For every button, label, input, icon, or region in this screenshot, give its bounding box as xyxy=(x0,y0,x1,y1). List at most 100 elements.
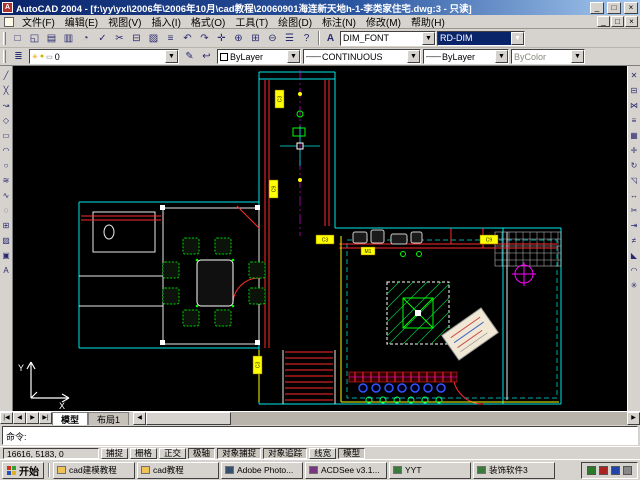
insert-block-button[interactable]: ⊞ xyxy=(0,218,12,232)
chevron-down-icon[interactable]: ▼ xyxy=(571,50,584,63)
coordinate-readout[interactable]: 16616, 5183, 0 xyxy=(3,448,99,459)
minimize-button[interactable]: _ xyxy=(590,2,604,14)
copy-object-button[interactable]: ⊟ xyxy=(628,83,640,97)
toggle-线宽[interactable]: 线宽 xyxy=(309,448,336,459)
layer-properties-manager-button[interactable]: ≣ xyxy=(10,49,27,65)
polyline-button[interactable]: ↝ xyxy=(0,98,12,112)
print-button[interactable]: ▥ xyxy=(60,30,77,46)
doc-minimize-button[interactable]: _ xyxy=(597,16,610,27)
erase-button[interactable]: ✕ xyxy=(628,68,640,82)
copy-button[interactable]: ⊟ xyxy=(128,30,145,46)
menu-item-5[interactable]: 格式(O) xyxy=(186,14,230,29)
toggle-对象追踪[interactable]: 对象追踪 xyxy=(263,448,307,459)
menu-item-7[interactable]: 绘图(D) xyxy=(273,14,317,29)
toggle-模型[interactable]: 模型 xyxy=(338,448,365,459)
plot-style-combo[interactable]: ByColor ▼ xyxy=(511,49,585,64)
menu-item-2[interactable]: 编辑(E) xyxy=(60,14,103,29)
construction-line-button[interactable]: ╳ xyxy=(0,83,12,97)
tab-layout1[interactable]: 布局1 xyxy=(88,412,129,425)
explode-button[interactable]: ✳ xyxy=(628,278,640,292)
rectangle-button[interactable]: ▭ xyxy=(0,128,12,142)
horizontal-scrollbar[interactable]: ◀ ▶ xyxy=(133,412,640,425)
hatch-button[interactable]: ▨ xyxy=(0,233,12,247)
task-6[interactable]: 装饰软件3 xyxy=(473,462,555,479)
move-button[interactable]: ✛ xyxy=(628,143,640,157)
cut-button[interactable]: ✂ xyxy=(111,30,128,46)
chevron-down-icon[interactable]: ▼ xyxy=(511,32,524,45)
undo-button[interactable]: ↶ xyxy=(179,30,196,46)
zoom-previous-button[interactable]: ⊖ xyxy=(264,30,281,46)
drawing-canvas[interactable]: C3C9C3C9C3M1 Y X xyxy=(13,66,627,411)
toolbar-grip[interactable] xyxy=(3,32,6,45)
trim-button[interactable]: ✂ xyxy=(628,203,640,217)
open-button[interactable]: ◱ xyxy=(26,30,43,46)
layer-combo[interactable]: ✳ ● ▭ 0 ▼ xyxy=(29,49,179,64)
offset-button[interactable]: ≡ xyxy=(628,113,640,127)
rotate-button[interactable]: ↻ xyxy=(628,158,640,172)
tab-scroll-right-icon[interactable]: ▶ xyxy=(26,412,39,424)
scale-button[interactable]: ◹ xyxy=(628,173,640,187)
spline-button[interactable]: ∿ xyxy=(0,188,12,202)
toggle-极轴[interactable]: 极轴 xyxy=(188,448,215,459)
layer-previous-button[interactable]: ↩ xyxy=(198,49,215,65)
tab-scroll-first-icon[interactable]: |◀ xyxy=(0,412,13,424)
line-button[interactable]: ╱ xyxy=(0,68,12,82)
scrollbar-thumb[interactable] xyxy=(146,412,231,425)
make-object-layer-current-button[interactable]: ✎ xyxy=(181,49,198,65)
start-button[interactable]: 开始 xyxy=(2,462,44,479)
task-5[interactable]: YYT xyxy=(389,462,471,479)
dim-style-combo[interactable]: RD-DIM ▼ xyxy=(437,31,525,46)
text-style-combo[interactable]: DIM_FONT ▼ xyxy=(340,31,436,46)
arc-button[interactable]: ◠ xyxy=(0,143,12,157)
close-button[interactable]: × xyxy=(624,2,638,14)
toolbar-grip[interactable] xyxy=(3,50,6,63)
task-3[interactable]: Adobe Photo... xyxy=(221,462,303,479)
paste-button[interactable]: ▨ xyxy=(145,30,162,46)
menu-item-4[interactable]: 插入(I) xyxy=(146,14,185,29)
stretch-button[interactable]: ↔ xyxy=(628,188,640,202)
toggle-捕捉[interactable]: 捕捉 xyxy=(101,448,128,459)
array-button[interactable]: ▦ xyxy=(628,128,640,142)
zoom-window-button[interactable]: ⊞ xyxy=(247,30,264,46)
doc-close-button[interactable]: × xyxy=(625,16,638,27)
match-properties-button[interactable]: ≡ xyxy=(162,30,179,46)
fillet-button[interactable]: ◠ xyxy=(628,263,640,277)
drawing-area[interactable]: C3C9C3C9C3M1 Y X xyxy=(13,66,627,411)
new-button[interactable]: □ xyxy=(9,30,26,46)
revision-cloud-button[interactable]: ≋ xyxy=(0,173,12,187)
menu-item-3[interactable]: 视图(V) xyxy=(103,14,146,29)
region-button[interactable]: ▣ xyxy=(0,248,12,262)
toggle-栅格[interactable]: 栅格 xyxy=(130,448,157,459)
tray-icon[interactable] xyxy=(599,466,608,475)
circle-button[interactable]: ○ xyxy=(0,158,12,172)
task-2[interactable]: cad教程 xyxy=(137,462,219,479)
mirror-button[interactable]: ⋈ xyxy=(628,98,640,112)
chamfer-button[interactable]: ◣ xyxy=(628,248,640,262)
task-1[interactable]: cad建模教程 xyxy=(53,462,135,479)
print-preview-button[interactable]: ◔ xyxy=(77,30,94,46)
chevron-down-icon[interactable]: ▼ xyxy=(165,50,178,63)
ellipse-button[interactable]: ◌ xyxy=(0,203,12,217)
menu-item-1[interactable]: 文件(F) xyxy=(17,14,60,29)
break-button[interactable]: ≠ xyxy=(628,233,640,247)
chevron-down-icon[interactable]: ▼ xyxy=(422,32,435,45)
menu-item-8[interactable]: 标注(N) xyxy=(317,14,361,29)
color-combo[interactable]: ByLayer ▼ xyxy=(217,49,301,64)
tab-scroll-last-icon[interactable]: ▶| xyxy=(39,412,52,424)
maximize-button[interactable]: □ xyxy=(607,2,621,14)
chevron-down-icon[interactable]: ▼ xyxy=(495,50,508,63)
lineweight-combo[interactable]: —— ByLayer ▼ xyxy=(423,49,509,64)
extend-button[interactable]: ⇥ xyxy=(628,218,640,232)
menu-item-6[interactable]: 工具(T) xyxy=(230,14,273,29)
menu-item-9[interactable]: 修改(M) xyxy=(361,14,406,29)
tab-model[interactable]: 模型 xyxy=(52,412,88,425)
pan-button[interactable]: ✛ xyxy=(213,30,230,46)
task-4[interactable]: ACDSee v3.1... xyxy=(305,462,387,479)
linetype-combo[interactable]: —— CONTINUOUS ▼ xyxy=(303,49,421,64)
menu-item-10[interactable]: 帮助(H) xyxy=(406,14,450,29)
chevron-down-icon[interactable]: ▼ xyxy=(407,50,420,63)
tab-scroll-left-icon[interactable]: ◀ xyxy=(13,412,26,424)
tray-icon[interactable] xyxy=(611,466,620,475)
redo-button[interactable]: ↷ xyxy=(196,30,213,46)
polygon-button[interactable]: ◇ xyxy=(0,113,12,127)
